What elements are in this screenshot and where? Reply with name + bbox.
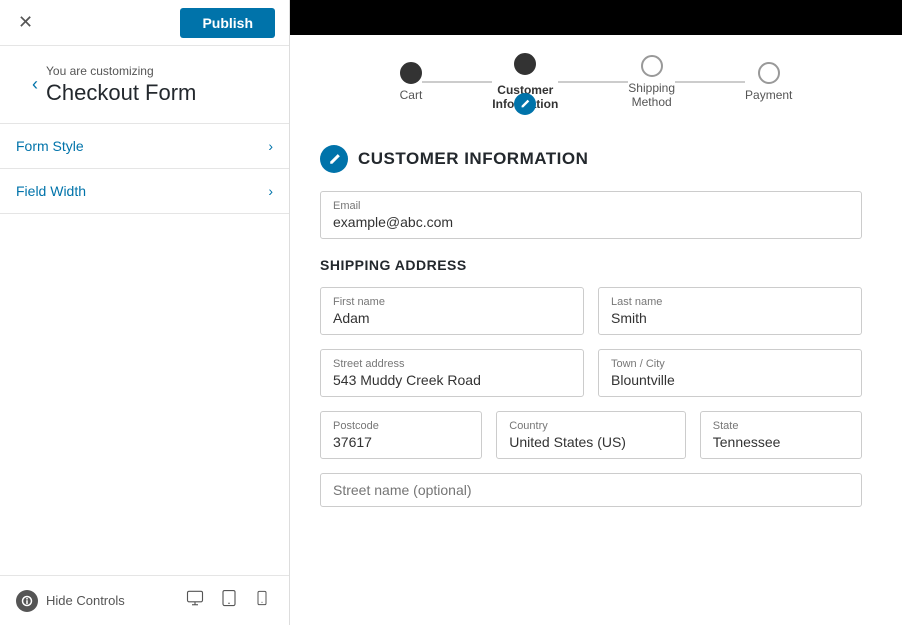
step-label-cart: Cart [400, 88, 423, 102]
customer-info-icon [320, 145, 348, 173]
page-title: Checkout Form [46, 80, 196, 106]
hide-controls-button[interactable]: Hide Controls [16, 590, 125, 612]
checkout-body: CUSTOMER INFORMATION Email example@abc.c… [290, 121, 902, 625]
town-label: Town / City [611, 358, 849, 370]
street-field[interactable]: Street address 543 Muddy Creek Road [320, 349, 584, 397]
chevron-right-icon: › [268, 183, 273, 199]
field-width-label: Field Width [16, 183, 86, 199]
shipping-address-title: SHIPPING ADDRESS [320, 257, 862, 273]
step-payment: Payment [745, 62, 792, 102]
first-name-label: First name [333, 296, 571, 308]
device-switcher [183, 586, 273, 615]
street-value: 543 Muddy Creek Road [333, 372, 571, 388]
step-cart: Cart [400, 62, 423, 102]
hide-controls-label: Hide Controls [46, 593, 125, 608]
state-field[interactable]: State Tennessee [700, 411, 862, 459]
sidebar-item-field-width[interactable]: Field Width › [0, 169, 289, 214]
last-name-value: Smith [611, 310, 849, 326]
postcode-row: Postcode 37617 Country United States (US… [320, 411, 862, 459]
back-button[interactable]: ‹ [16, 60, 38, 109]
last-name-field[interactable]: Last name Smith [598, 287, 862, 335]
first-name-value: Adam [333, 310, 571, 326]
step-circle-cart [400, 62, 422, 84]
email-field[interactable]: Email example@abc.com [320, 191, 862, 239]
street-label: Street address [333, 358, 571, 370]
town-field[interactable]: Town / City Blountville [598, 349, 862, 397]
you-are-label: You are customizing [46, 64, 196, 78]
step-line-3 [675, 81, 745, 83]
step-circle-payment [758, 62, 780, 84]
steps-row: Cart CustomerInformation ShippingMethod [400, 53, 793, 111]
country-value: United States (US) [509, 434, 673, 450]
country-label: Country [509, 420, 673, 432]
street2-field[interactable] [320, 473, 862, 507]
tablet-icon[interactable] [217, 586, 241, 615]
email-label: Email [333, 200, 849, 212]
hide-controls-icon [16, 590, 38, 612]
state-label: State [713, 420, 849, 432]
first-name-field[interactable]: First name Adam [320, 287, 584, 335]
form-style-label: Form Style [16, 138, 84, 154]
street2-input[interactable] [333, 482, 849, 498]
publish-button[interactable]: Publish [180, 8, 275, 38]
step-label-payment: Payment [745, 88, 792, 102]
last-name-label: Last name [611, 296, 849, 308]
checkout-steps: Cart CustomerInformation ShippingMethod [290, 35, 902, 121]
postcode-label: Postcode [333, 420, 469, 432]
step-line-1 [422, 81, 492, 83]
step-label-shipping: ShippingMethod [628, 81, 675, 109]
name-row: First name Adam Last name Smith [320, 287, 862, 335]
step-customer: CustomerInformation [492, 53, 558, 111]
sidebar-bottom: Hide Controls [0, 575, 289, 625]
town-value: Blountville [611, 372, 849, 388]
step-line-2 [558, 81, 628, 83]
chevron-right-icon: › [268, 138, 273, 154]
step-shipping: ShippingMethod [628, 55, 675, 109]
sidebar: ✕ Publish ‹ You are customizing Checkout… [0, 0, 290, 625]
customizer-context: ‹ You are customizing Checkout Form [0, 46, 289, 124]
postcode-value: 37617 [333, 434, 469, 450]
country-field[interactable]: Country United States (US) [496, 411, 686, 459]
close-button[interactable]: ✕ [14, 8, 37, 37]
top-bar [290, 0, 902, 35]
postcode-field[interactable]: Postcode 37617 [320, 411, 482, 459]
main-content: Cart CustomerInformation ShippingMethod [290, 0, 902, 625]
edit-pencil-icon [514, 93, 536, 115]
street2-group [320, 473, 862, 507]
customer-info-heading: CUSTOMER INFORMATION [320, 145, 862, 173]
customer-info-title: CUSTOMER INFORMATION [358, 149, 588, 169]
desktop-icon[interactable] [183, 586, 207, 615]
email-value: example@abc.com [333, 214, 849, 230]
address-row: Street address 543 Muddy Creek Road Town… [320, 349, 862, 397]
mobile-icon[interactable] [251, 586, 273, 615]
sidebar-item-form-style[interactable]: Form Style › [0, 124, 289, 169]
step-circle-shipping [641, 55, 663, 77]
state-value: Tennessee [713, 434, 849, 450]
sidebar-header: ✕ Publish [0, 0, 289, 46]
step-circle-customer [514, 53, 536, 75]
email-group: Email example@abc.com [320, 191, 862, 239]
